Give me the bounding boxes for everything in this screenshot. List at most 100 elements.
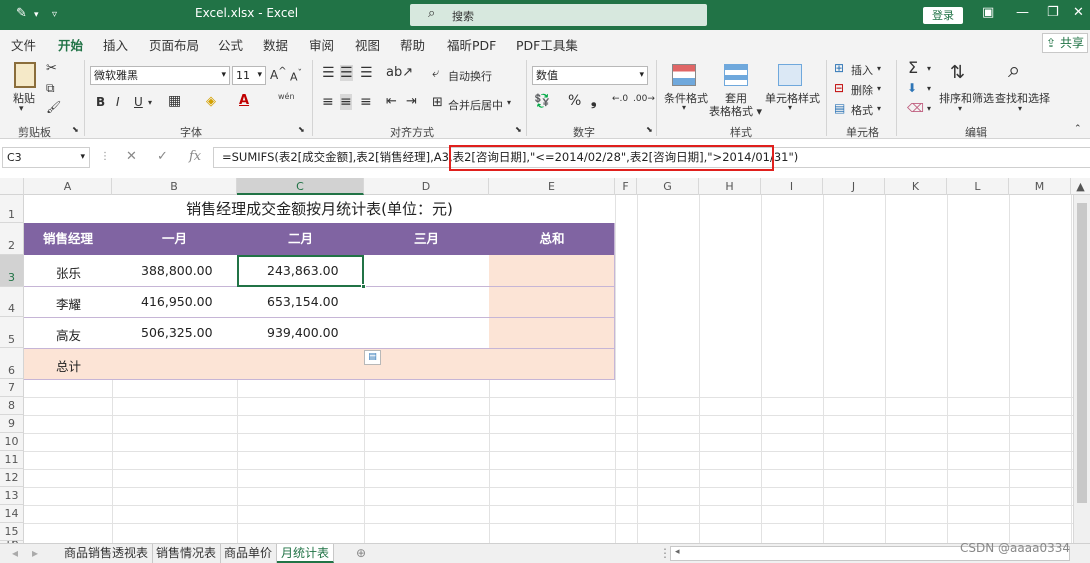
- increase-indent-icon[interactable]: ⇥: [406, 94, 417, 109]
- quick-analysis-icon[interactable]: ▤: [364, 350, 381, 365]
- chevron-down-icon[interactable]: ▾: [507, 98, 511, 107]
- row-header-13[interactable]: 13: [0, 487, 24, 505]
- column-header-e[interactable]: E: [489, 178, 615, 195]
- row-header-15[interactable]: 15: [0, 523, 24, 541]
- paste-icon[interactable]: [14, 62, 36, 88]
- tab-home[interactable]: 开始: [58, 35, 84, 58]
- column-header-g[interactable]: G: [637, 178, 699, 195]
- alignment-launcher-icon[interactable]: ⬊: [515, 125, 522, 134]
- tab-page-layout[interactable]: 页面布局: [149, 35, 199, 54]
- column-header-a[interactable]: A: [24, 178, 112, 195]
- tab-help[interactable]: 帮助: [400, 35, 425, 54]
- column-header-c[interactable]: C: [237, 178, 364, 195]
- orientation-icon[interactable]: ab↗: [386, 65, 413, 80]
- cancel-icon[interactable]: ✕: [126, 149, 137, 164]
- chevron-down-icon[interactable]: ▾: [34, 10, 39, 20]
- tab-file[interactable]: 文件: [11, 35, 36, 54]
- tab-pdf-tools[interactable]: PDF工具集: [516, 35, 578, 54]
- share-button[interactable]: ⇪ 共享: [1042, 33, 1088, 53]
- align-bottom-icon[interactable]: ☰: [360, 65, 373, 81]
- column-header-d[interactable]: D: [364, 178, 489, 195]
- sheet-title[interactable]: 销售经理成交金额按月统计表(单位：元): [24, 195, 615, 223]
- cut-icon[interactable]: ✂: [46, 61, 57, 76]
- decrease-indent-icon[interactable]: ⇤: [386, 94, 397, 109]
- currency-icon[interactable]: 💱: [534, 94, 550, 109]
- increase-font-icon[interactable]: A^: [270, 66, 287, 82]
- align-middle-icon[interactable]: ☰: [340, 65, 353, 81]
- tab-view[interactable]: 视图: [355, 35, 380, 54]
- column-header-m[interactable]: M: [1009, 178, 1071, 195]
- name-box[interactable]: C3 ▾: [2, 147, 90, 168]
- column-header-k[interactable]: K: [885, 178, 947, 195]
- chevron-down-icon[interactable]: ▾: [877, 64, 881, 73]
- row-header-7[interactable]: 7: [0, 379, 24, 397]
- column-header-j[interactable]: J: [823, 178, 885, 195]
- scrollbar-thumb[interactable]: [1077, 203, 1087, 503]
- delete-cells-button[interactable]: 删除: [851, 82, 873, 98]
- sheet-tab-monthly[interactable]: 月统计表: [277, 544, 335, 563]
- paste-dropdown-icon[interactable]: ▾: [19, 104, 24, 114]
- chevron-down-icon[interactable]: ▾: [877, 104, 881, 113]
- header-total[interactable]: 总和: [489, 223, 615, 255]
- comma-icon[interactable]: ❟: [591, 93, 597, 109]
- row-header-2[interactable]: 2: [0, 223, 24, 255]
- insert-cells-icon[interactable]: ⊞: [834, 61, 844, 75]
- font-size-select[interactable]: 11 ▾: [232, 66, 266, 85]
- restore-icon[interactable]: ❐: [1047, 5, 1059, 20]
- cell-a4[interactable]: 李耀: [56, 294, 81, 313]
- format-cells-icon[interactable]: ▤: [834, 101, 845, 115]
- decrease-font-icon[interactable]: Aˇ: [290, 68, 302, 84]
- wrap-text-button[interactable]: 自动换行: [448, 68, 492, 84]
- enter-icon[interactable]: ✓: [157, 149, 168, 164]
- chevron-down-icon[interactable]: ▾: [958, 104, 962, 113]
- row-header-8[interactable]: 8: [0, 397, 24, 415]
- row-header-5[interactable]: 5: [0, 317, 24, 348]
- align-left-icon[interactable]: ≡: [322, 94, 334, 110]
- chevron-down-icon[interactable]: ▾: [788, 103, 792, 112]
- percent-icon[interactable]: %: [568, 93, 581, 109]
- font-launcher-icon[interactable]: ⬊: [298, 125, 305, 134]
- align-top-icon[interactable]: ☰: [322, 65, 335, 81]
- fill-handle[interactable]: [361, 284, 366, 289]
- search-box[interactable]: ⌕ 搜索: [410, 4, 707, 26]
- cell-a3[interactable]: 张乐: [56, 263, 81, 282]
- tab-insert[interactable]: 插入: [103, 35, 128, 54]
- number-format-select[interactable]: 数值 ▾: [532, 66, 648, 85]
- tab-data[interactable]: 数据: [263, 35, 288, 54]
- cell-c5[interactable]: 939,400.00: [267, 325, 339, 340]
- increase-decimal-icon[interactable]: ←.0: [612, 94, 628, 104]
- vertical-scrollbar[interactable]: [1073, 195, 1090, 543]
- column-header-f[interactable]: F: [615, 178, 637, 195]
- row-header-10[interactable]: 10: [0, 433, 24, 451]
- insert-function-button[interactable]: fx: [189, 149, 201, 164]
- find-select-button[interactable]: 查找和选择: [995, 90, 1050, 106]
- border-icon[interactable]: ▦: [168, 93, 181, 109]
- header-manager[interactable]: 销售经理: [24, 223, 112, 255]
- delete-cells-icon[interactable]: ⊟: [834, 81, 844, 95]
- select-all-corner[interactable]: [0, 178, 24, 195]
- row-header-1[interactable]: 1: [0, 195, 24, 223]
- cell-b3[interactable]: 388,800.00: [141, 263, 213, 278]
- copy-icon[interactable]: ⧉: [46, 81, 55, 96]
- autosum-icon[interactable]: Σ: [908, 58, 918, 77]
- chevron-down-icon[interactable]: ▾: [1018, 104, 1022, 113]
- chevron-down-icon[interactable]: ▾: [682, 103, 686, 112]
- chevron-down-icon[interactable]: ▾: [927, 84, 931, 93]
- minimize-icon[interactable]: —: [1016, 5, 1029, 20]
- collapse-ribbon-icon[interactable]: ⌃: [1074, 124, 1082, 134]
- column-header-i[interactable]: I: [761, 178, 823, 195]
- font-name-select[interactable]: 微软雅黑 ▾: [90, 66, 230, 85]
- tab-review[interactable]: 审阅: [309, 35, 334, 54]
- merge-center-button[interactable]: 合并后居中: [448, 97, 503, 113]
- tab-formulas[interactable]: 公式: [218, 35, 243, 54]
- insert-cells-button[interactable]: 插入: [851, 62, 873, 78]
- format-painter-icon[interactable]: 🖌: [46, 100, 61, 114]
- customize-toolbar-icon[interactable]: ▿: [52, 9, 57, 20]
- row-header-14[interactable]: 14: [0, 505, 24, 523]
- number-launcher-icon[interactable]: ⬊: [646, 125, 653, 134]
- clipboard-launcher-icon[interactable]: ⬊: [72, 125, 79, 134]
- header-january[interactable]: 一月: [112, 223, 237, 255]
- clear-icon[interactable]: ⌫: [907, 101, 924, 115]
- chevron-down-icon[interactable]: ▾: [148, 98, 152, 107]
- paste-button[interactable]: 粘贴: [13, 90, 35, 106]
